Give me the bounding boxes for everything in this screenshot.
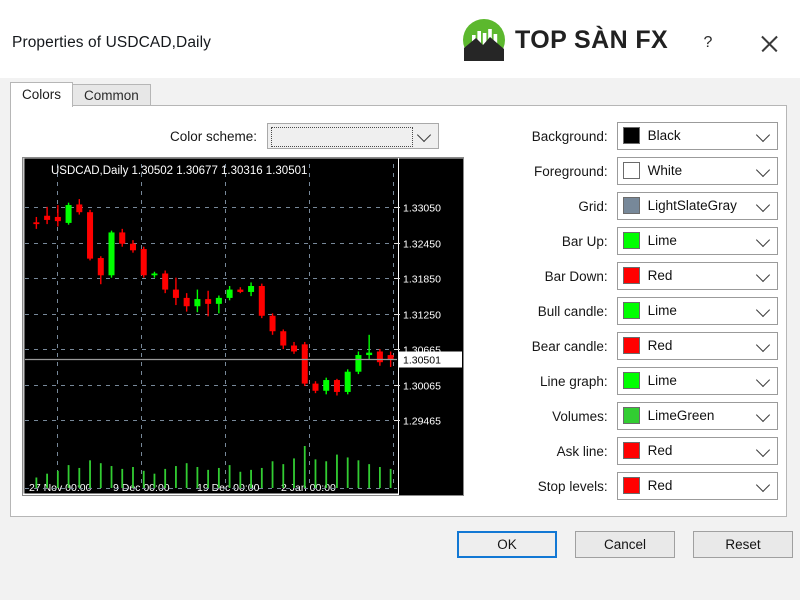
color-field-value: White — [647, 163, 683, 178]
chart-preview: 1.33050 1.32450 1.31850 1.31250 1.30665 1.300… — [22, 157, 464, 496]
color-field-label: Bar Down: — [544, 268, 608, 284]
svg-text:1.29465: 1.29465 — [403, 416, 441, 428]
color-field-label: Ask line: — [556, 443, 608, 459]
color-field-label: Bear candle: — [531, 338, 608, 354]
chevron-down-icon — [755, 337, 771, 353]
color-field-label: Stop levels: — [537, 478, 608, 494]
tab-common[interactable]: Common — [72, 84, 151, 107]
svg-text:1.32450: 1.32450 — [403, 239, 441, 251]
svg-text:1.31250: 1.31250 — [403, 310, 441, 322]
chevron-down-icon — [755, 302, 771, 318]
color-field-label: Background: — [531, 128, 608, 144]
chart-canvas: 1.330501.324501.318501.312501.306651.300… — [23, 158, 462, 495]
color-field-label: Grid: — [578, 198, 608, 214]
color-field-value: Red — [647, 338, 673, 353]
chevron-down-icon — [755, 127, 771, 143]
brand: TOP SÀN FX — [462, 18, 668, 62]
color-field-label: Bar Up: — [561, 233, 608, 249]
color-field-label: Volumes: — [552, 408, 608, 424]
color-field-row: Line graph: Lime — [500, 367, 778, 395]
color-select-grid[interactable]: LightSlateGray — [616, 192, 778, 220]
color-field-label: Line graph: — [540, 373, 608, 389]
brand-name: TOP SÀN FX — [515, 25, 669, 54]
tab-colors[interactable]: Colors — [10, 82, 74, 107]
color-field-row: Background: Black — [500, 122, 778, 150]
color-field-label: Foreground: — [534, 163, 608, 179]
color-swatch-icon — [622, 407, 640, 424]
color-field-value: Red — [647, 268, 673, 283]
color-scheme-row: Color scheme: — [170, 123, 440, 149]
color-field-value: Lime — [647, 233, 677, 248]
color-field-value: LimeGreen — [647, 408, 715, 423]
color-fields: Background: Black Foreground: White Grid: Lig… — [500, 122, 778, 508]
color-field-value: Red — [647, 443, 673, 458]
svg-text:1.31850: 1.31850 — [403, 274, 441, 286]
chevron-down-icon — [755, 232, 771, 248]
tab-strip: Colors Common — [10, 81, 151, 107]
color-field-row: Bar Up: Lime — [500, 227, 778, 255]
color-swatch-icon — [622, 197, 640, 214]
color-field-value: LightSlateGray — [647, 198, 737, 213]
color-field-row: Stop levels: Red — [500, 472, 778, 500]
color-select-bullcandle[interactable]: Lime — [616, 297, 778, 325]
color-field-row: Bull candle: Lime — [500, 297, 778, 325]
color-select-bearcandle[interactable]: Red — [616, 332, 778, 360]
chevron-down-icon — [755, 162, 771, 178]
color-swatch-icon — [622, 267, 640, 284]
color-swatch-icon — [622, 162, 640, 179]
chevron-down-icon — [755, 197, 771, 213]
color-field-row: Volumes: LimeGreen — [500, 402, 778, 430]
color-swatch-icon — [622, 372, 640, 389]
color-select-foreground[interactable]: White — [616, 157, 778, 185]
color-swatch-icon — [622, 477, 640, 494]
ok-button[interactable]: OK — [457, 531, 557, 558]
close-icon[interactable] — [755, 30, 783, 58]
chevron-down-icon — [755, 442, 771, 458]
color-field-row: Foreground: White — [500, 157, 778, 185]
color-select-volumes[interactable]: LimeGreen — [616, 402, 778, 430]
color-field-value: Lime — [647, 373, 677, 388]
svg-text:1.33050: 1.33050 — [403, 203, 441, 215]
dialog-buttons: OK Cancel Reset — [457, 531, 793, 558]
chevron-down-icon — [755, 477, 771, 493]
color-field-value: Black — [647, 128, 681, 143]
color-select-linegraph[interactable]: Lime — [616, 367, 778, 395]
color-field-row: Ask line: Red — [500, 437, 778, 465]
color-select-askline[interactable]: Red — [616, 437, 778, 465]
color-field-label: Bull candle: — [537, 303, 608, 319]
title-bar: Properties of USDCAD,Daily TOP SÀN FX ? — [0, 0, 800, 78]
color-scheme-label: Color scheme: — [170, 128, 258, 144]
color-select-background[interactable]: Black — [616, 122, 778, 150]
properties-dialog: Properties of USDCAD,Daily TOP SÀN FX ? — [0, 0, 800, 600]
reset-button[interactable]: Reset — [693, 531, 793, 558]
color-swatch-icon — [622, 232, 640, 249]
color-swatch-icon — [622, 302, 640, 319]
color-swatch-icon — [622, 127, 640, 144]
color-field-row: Bear candle: Red — [500, 332, 778, 360]
color-swatch-icon — [622, 337, 640, 354]
color-select-barup[interactable]: Lime — [616, 227, 778, 255]
chevron-down-icon — [416, 127, 432, 143]
color-swatch-icon — [622, 442, 640, 459]
color-select-bardown[interactable]: Red — [616, 262, 778, 290]
help-icon[interactable]: ? — [697, 32, 719, 54]
color-select-stoplevels[interactable]: Red — [616, 472, 778, 500]
chevron-down-icon — [755, 372, 771, 388]
color-field-value: Lime — [647, 303, 677, 318]
svg-text:1.30065: 1.30065 — [403, 381, 441, 393]
color-field-row: Grid: LightSlateGray — [500, 192, 778, 220]
page-title: Properties of USDCAD,Daily — [12, 34, 211, 51]
chevron-down-icon — [755, 407, 771, 423]
color-scheme-select[interactable] — [267, 123, 440, 149]
color-scheme-value — [271, 127, 414, 147]
chevron-down-icon — [755, 267, 771, 283]
svg-text:USDCAD,Daily 1.30502 1.30677: USDCAD,Daily 1.30502 1.30677 1.30316 1.3… — [51, 165, 307, 177]
top-san-fx-logo-icon — [462, 18, 506, 62]
color-field-row: Bar Down: Red — [500, 262, 778, 290]
color-field-value: Red — [647, 478, 673, 493]
cancel-button[interactable]: Cancel — [575, 531, 675, 558]
svg-text:1.30501: 1.30501 — [403, 355, 441, 367]
